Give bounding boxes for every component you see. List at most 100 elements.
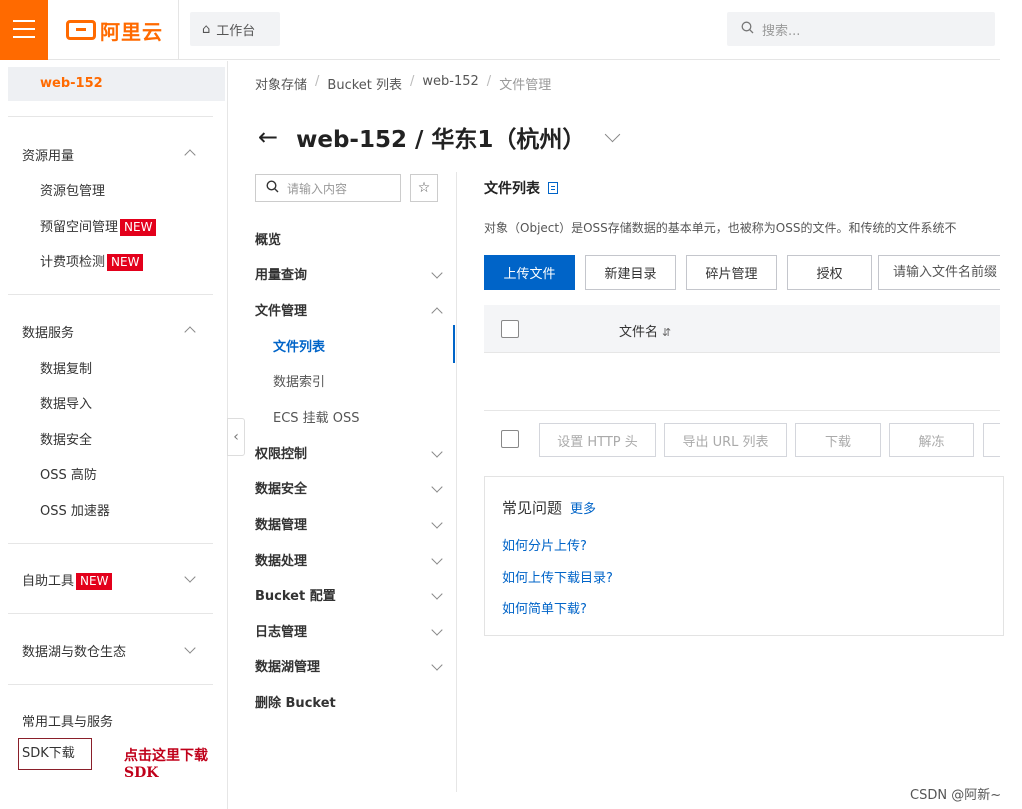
faq-link-multipart-upload[interactable]: 如何分片上传?: [502, 535, 587, 554]
chevron-down-icon[interactable]: [431, 516, 443, 531]
menu-icon[interactable]: [0, 0, 48, 60]
sidebar-item-label: 计费项检测: [40, 255, 106, 270]
subnav-item-data-index[interactable]: 数据索引: [273, 371, 325, 390]
top-bar: 阿里云 ⌂ 工作台 搜索...: [0, 0, 1000, 60]
subnav-item-data-security[interactable]: 数据安全: [255, 478, 307, 497]
new-folder-button[interactable]: 新建目录: [585, 255, 676, 290]
aliyun-logo-icon: [66, 20, 96, 40]
sidebar-group-data-lake[interactable]: 数据湖与数仓生态: [22, 641, 126, 660]
sidebar-item-resource-package[interactable]: 资源包管理: [40, 180, 105, 199]
more-batch-button[interactable]: [983, 423, 1000, 457]
workbench-button[interactable]: ⌂ 工作台: [190, 12, 280, 46]
faq-link-upload-download-dir[interactable]: 如何上传下载目录?: [502, 567, 613, 586]
select-all-checkbox[interactable]: [501, 320, 519, 338]
sidebar-item-sdk-download[interactable]: SDK下载: [18, 738, 92, 770]
aliyun-logo[interactable]: 阿里云: [66, 16, 163, 44]
subnav-item-file-list[interactable]: 文件列表: [273, 336, 325, 355]
faq-more-link[interactable]: 更多: [570, 498, 596, 517]
upload-file-button[interactable]: 上传文件: [484, 255, 575, 290]
breadcrumb-item-bucket-list[interactable]: Bucket 列表: [327, 74, 402, 93]
sidebar-group-common-tools: 常用工具与服务: [22, 715, 114, 730]
sidebar-item-data-import[interactable]: 数据导入: [40, 393, 92, 412]
document-icon[interactable]: [548, 182, 558, 194]
global-search-input[interactable]: 搜索...: [727, 12, 995, 46]
sidebar-bucket-selected[interactable]: web-152: [8, 67, 225, 101]
subnav-item-usage[interactable]: 用量查询: [255, 264, 307, 283]
chevron-down-icon[interactable]: [605, 126, 621, 142]
sidebar-item-oss-ddos[interactable]: OSS 高防: [40, 464, 97, 483]
column-header-label: 文件名: [619, 325, 659, 340]
sidebar-group-self-service[interactable]: 自助工具 NEW: [22, 570, 113, 590]
unfreeze-button[interactable]: 解冻: [889, 423, 974, 457]
new-badge: NEW: [120, 219, 157, 236]
chevron-down-icon[interactable]: [184, 571, 198, 583]
chevron-left-icon: ‹: [233, 429, 239, 445]
chevron-down-icon[interactable]: [431, 623, 443, 638]
breadcrumb-item-current: 文件管理: [499, 78, 552, 93]
subnav-item-bucket-config[interactable]: Bucket 配置: [255, 585, 336, 604]
sidebar-item-data-security[interactable]: 数据安全: [40, 429, 92, 448]
column-header-filename[interactable]: 文件名 ⇵: [619, 321, 671, 340]
back-arrow-icon[interactable]: ←: [258, 123, 278, 151]
subnav-search-placeholder: 请输入内容: [287, 181, 348, 196]
new-badge: NEW: [76, 573, 113, 590]
table-divider: [484, 410, 1000, 411]
breadcrumb-item-oss[interactable]: 对象存储: [255, 74, 307, 93]
chevron-down-icon[interactable]: [431, 552, 443, 567]
breadcrumb-item-bucket[interactable]: web-152: [422, 74, 478, 93]
subnav-item-access-control[interactable]: 权限控制: [255, 443, 307, 462]
subnav-item-file-management[interactable]: 文件管理: [255, 300, 307, 319]
chevron-up-icon[interactable]: [184, 326, 198, 338]
subnav-item-ecs-mount[interactable]: ECS 挂载 OSS: [273, 407, 360, 426]
breadcrumb: 对象存储 / Bucket 列表 / web-152 / 文件管理: [255, 74, 551, 93]
set-http-header-button[interactable]: 设置 HTTP 头: [539, 423, 656, 457]
favorite-star-icon[interactable]: ☆: [410, 174, 438, 202]
subnav-item-log-management[interactable]: 日志管理: [255, 621, 307, 640]
chevron-down-icon[interactable]: [184, 642, 198, 654]
divider: [8, 116, 213, 117]
chevron-down-icon[interactable]: [431, 480, 443, 495]
subnav-item-data-lake[interactable]: 数据湖管理: [255, 656, 320, 675]
download-button[interactable]: 下载: [795, 423, 881, 457]
sidebar-group-label: 自助工具: [22, 574, 75, 589]
batch-select-checkbox[interactable]: [501, 430, 519, 448]
workbench-label: 工作台: [216, 23, 256, 39]
page-title: ← web-152 / 华东1（杭州）: [258, 120, 621, 154]
chevron-down-icon[interactable]: [431, 658, 443, 673]
faq-link-simple-download[interactable]: 如何简单下载?: [502, 598, 587, 617]
subnav-item-overview[interactable]: 概览: [255, 229, 281, 248]
export-url-list-button[interactable]: 导出 URL 列表: [664, 423, 787, 457]
chevron-up-icon[interactable]: [431, 306, 443, 321]
chevron-down-icon[interactable]: [431, 445, 443, 460]
file-prefix-search-input[interactable]: 请输入文件名前缀: [878, 255, 1000, 290]
subnav-search-input[interactable]: 请输入内容: [255, 174, 401, 202]
breadcrumb-separator: /: [315, 74, 320, 89]
chevron-down-icon[interactable]: [431, 266, 443, 281]
sidebar-group-resource-usage[interactable]: 资源用量: [22, 145, 74, 164]
subnav-item-delete-bucket[interactable]: 删除 Bucket: [255, 692, 336, 711]
sidebar-item-oss-accelerator[interactable]: OSS 加速器: [40, 500, 110, 519]
sidebar-item-data-replication[interactable]: 数据复制: [40, 358, 92, 377]
content-description: 对象（Object）是OSS存储数据的基本单元，也被称为OSS的文件。和传统的文…: [484, 221, 957, 235]
left-sidebar: web-152 资源用量 资源包管理 预留空间管理 NEW 计费项检测 NEW 数据…: [0, 61, 227, 809]
home-icon: ⌂: [202, 21, 211, 37]
collapse-sidebar-button[interactable]: ‹: [227, 418, 245, 456]
subnav-item-data-processing[interactable]: 数据处理: [255, 550, 307, 569]
faq-title-text: 常见问题: [502, 499, 563, 517]
sidebar-item-label: 预留空间管理: [40, 220, 119, 235]
fragment-management-button[interactable]: 碎片管理: [686, 255, 777, 290]
sdk-annotation: 点击这里下载SDK: [124, 748, 208, 781]
authorize-button[interactable]: 授权: [787, 255, 872, 290]
sidebar-item-billing-check[interactable]: 计费项检测 NEW: [40, 251, 144, 271]
content-title: 文件列表: [484, 178, 558, 198]
sidebar-group-data-service[interactable]: 数据服务: [22, 322, 74, 341]
global-search-placeholder: 搜索...: [762, 23, 801, 39]
subnav-item-data-management[interactable]: 数据管理: [255, 514, 307, 533]
divider: [8, 613, 213, 614]
sort-icon[interactable]: ⇵: [662, 326, 671, 339]
breadcrumb-separator: /: [410, 74, 415, 89]
file-table-header: [484, 305, 1000, 353]
chevron-up-icon[interactable]: [184, 149, 198, 161]
chevron-down-icon[interactable]: [431, 587, 443, 602]
sidebar-item-reserved-space[interactable]: 预留空间管理 NEW: [40, 216, 157, 236]
